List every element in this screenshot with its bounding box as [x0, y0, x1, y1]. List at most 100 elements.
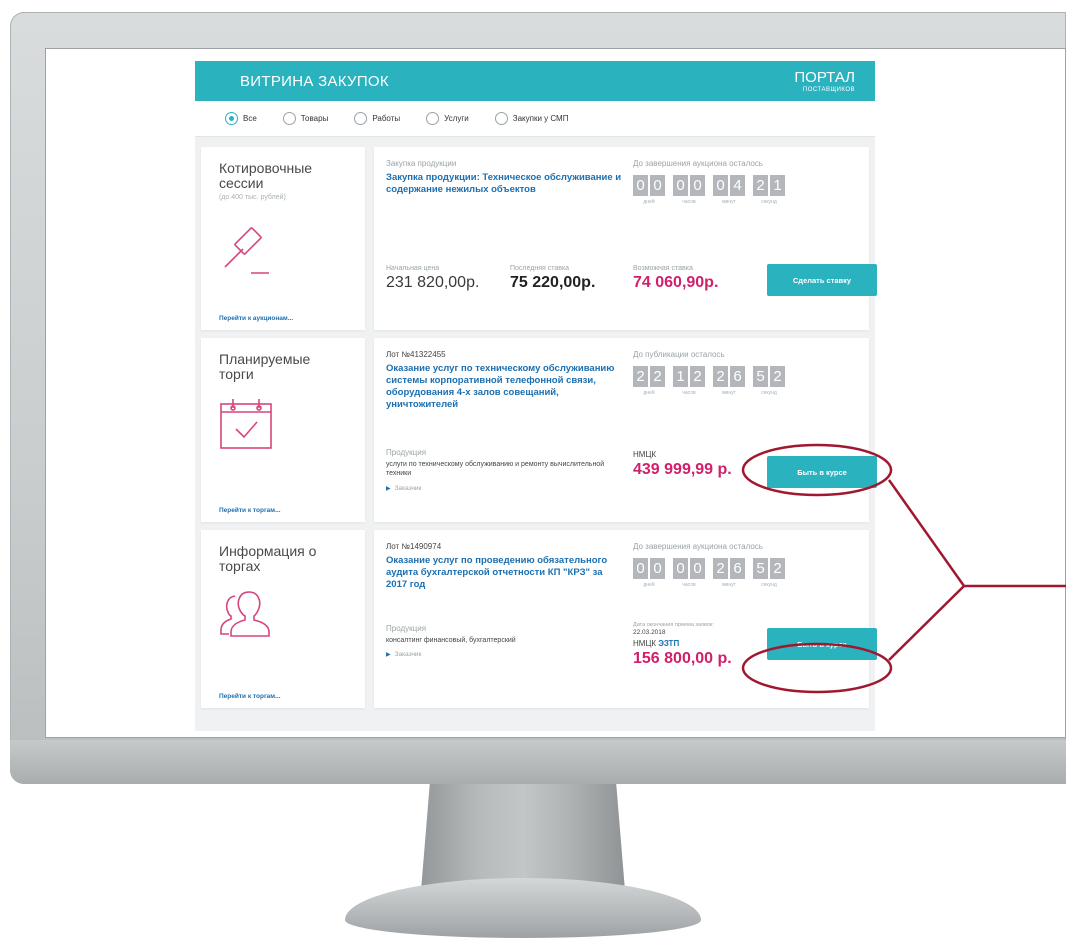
go-to-tenders-link[interactable]: Перейти к торгам...	[219, 693, 281, 700]
timer-digit: 2	[650, 366, 665, 387]
start-price-value: 231 820,00р.	[386, 274, 480, 291]
timer-digit: 6	[730, 558, 745, 579]
timer-digit: 5	[753, 366, 768, 387]
timer-digit: 2	[770, 366, 785, 387]
nmck-block: НМЦК 439 999,99 р.	[633, 450, 732, 479]
filter-smp-radio[interactable]: Закупки у СМП	[494, 112, 568, 125]
section-subtitle: (до 400 тыс. рублей)	[219, 194, 286, 202]
go-to-auctions-link[interactable]: Перейти к аукционам...	[219, 315, 293, 322]
lot-title-link[interactable]: Закупка продукции: Техническое обслужива…	[386, 172, 626, 196]
portal-logo-title: ПОРТАЛ	[794, 68, 855, 86]
countdown-timer: До публикации осталось 22 12 26 52 дней …	[633, 350, 785, 396]
filter-label: Товары	[300, 114, 329, 123]
timer-digit: 6	[730, 366, 745, 387]
timer-unit-seconds: секунд	[761, 582, 777, 588]
place-bid-button[interactable]: Сделать ставку	[767, 264, 877, 296]
timer-unit-minutes: минут	[722, 199, 736, 205]
customer-toggle[interactable]: ▶ Заказчик	[386, 485, 626, 492]
radio-dot-icon	[494, 112, 508, 125]
users-icon	[220, 591, 270, 637]
filter-all-radio[interactable]: Все	[225, 112, 257, 125]
timer-digit: 0	[633, 558, 648, 579]
product-label: Продукция	[386, 624, 427, 633]
timer-unit-hours: часов	[682, 390, 696, 396]
stay-informed-button[interactable]: Быть в курсе	[767, 628, 877, 660]
product-block: Продукция консалтинг финансовый, бухгалт…	[386, 624, 626, 658]
timer-unit-days: дней	[643, 582, 655, 588]
product-label: Продукция	[386, 448, 427, 457]
filter-services-radio[interactable]: Услуги	[426, 112, 469, 125]
nmck-suffix: ЭЗТП	[658, 638, 680, 648]
section-card-tender-info: Информация о торгах Перейти к торгам...	[201, 530, 365, 708]
filter-label: Услуги	[444, 114, 469, 123]
timer-digit: 5	[753, 558, 768, 579]
timer-unit-seconds: секунд	[761, 390, 777, 396]
timer-units: дней часов минут секунд	[633, 199, 785, 205]
timer-digit: 0	[690, 175, 705, 196]
go-to-tenders-link[interactable]: Перейти к торгам...	[219, 507, 281, 514]
lot-title-link[interactable]: Оказание услуг по техническому обслужива…	[386, 363, 626, 412]
timer-digit: 2	[690, 366, 705, 387]
timer-digit: 0	[673, 175, 688, 196]
last-bid-block: Последняя ставка 75 220,00р.	[510, 265, 595, 292]
triangle-right-icon: ▶	[386, 485, 391, 492]
timer-digit: 2	[753, 175, 768, 196]
filter-goods-radio[interactable]: Товары	[282, 112, 329, 125]
timer-digit: 0	[673, 558, 688, 579]
filter-label: Все	[243, 114, 257, 123]
timer-digit: 0	[650, 175, 665, 196]
monitor-screen: ВИТРИНА ЗАКУПОК ПОРТАЛ ПОСТАВЩИКОВ Все Т…	[45, 48, 1066, 738]
filter-works-radio[interactable]: Работы	[354, 112, 400, 125]
radio-dot-icon	[225, 112, 238, 125]
timer-digit: 1	[673, 366, 688, 387]
start-price-block: Начальная цена 231 820,00р.	[386, 265, 479, 292]
triangle-right-icon: ▶	[386, 652, 391, 659]
nmck-value: 156 800,00 р.	[633, 649, 732, 667]
customer-label: Заказчик	[394, 484, 422, 492]
calendar-check-icon	[220, 399, 272, 449]
filter-label: Работы	[372, 114, 401, 123]
nmck-label: НМЦК	[633, 638, 657, 648]
portal-logo[interactable]: ПОРТАЛ ПОСТАВЩИКОВ	[794, 70, 855, 93]
lot-card: Лот №41322455 Оказание услуг по техничес…	[374, 338, 877, 522]
section-title: Планируемые торги	[219, 351, 311, 383]
quotation-sessions-section: Котировочные сессии (до 400 тыс. рублей)…	[201, 147, 877, 330]
monitor-stand-neck	[420, 784, 626, 892]
lot-title-link[interactable]: Оказание услуг по проведению обязательно…	[386, 555, 626, 591]
category-filter-bar: Все Товары Работы Услуги Закупки у СМП	[195, 101, 875, 137]
timer-digits: 22 12 26 52	[633, 366, 785, 387]
timer-digit: 0	[690, 558, 705, 579]
planned-tenders-section: Планируемые торги Перейти к торгам... Ло…	[201, 338, 877, 522]
timer-digit: 2	[770, 558, 785, 579]
timer-digits: 00 00 04 21	[633, 175, 785, 196]
radio-dot-icon	[282, 112, 296, 125]
possible-bid-label: Возможная ставка	[633, 265, 693, 272]
countdown-timer: До завершения аукциона осталось 00 00 04…	[633, 159, 785, 205]
timer-units: дней часов минут секунд	[633, 390, 785, 396]
possible-bid-value: 74 060,90р.	[633, 274, 719, 291]
monitor-stand-base	[345, 878, 701, 938]
timer-digit: 0	[650, 558, 665, 579]
stay-informed-button[interactable]: Быть в курсе	[767, 456, 877, 488]
timer-label: До публикации осталось	[633, 350, 725, 359]
customer-label: Заказчик	[394, 651, 422, 659]
sections-list: Котировочные сессии (до 400 тыс. рублей)…	[195, 137, 877, 708]
customer-toggle[interactable]: ▶ Заказчик	[386, 651, 626, 658]
nmck-value: 439 999,99 р.	[633, 461, 732, 478]
nmck-label-row: НМЦК ЭЗТП	[633, 639, 753, 648]
nmck-label: НМЦК	[633, 450, 657, 459]
tender-info-section: Информация о торгах Перейти к торгам... …	[201, 530, 877, 708]
last-bid-value: 75 220,00р.	[510, 274, 596, 291]
timer-digits: 00 00 26 52	[633, 558, 785, 579]
timer-label: До завершения аукциона осталось	[633, 159, 763, 168]
timer-unit-minutes: минут	[722, 582, 736, 588]
timer-digit: 0	[633, 175, 648, 196]
timer-digit: 0	[713, 175, 728, 196]
section-title: Информация о торгах	[219, 543, 317, 575]
possible-bid-block: Возможная ставка 74 060,90р.	[633, 265, 718, 292]
timer-digit: 1	[770, 175, 785, 196]
product-block: Продукция услуги по техническому обслужи…	[386, 448, 626, 492]
nmck-block: Дата окончания приема заявок: 22.03.2018…	[633, 622, 753, 668]
section-card-planned: Планируемые торги Перейти к торгам...	[201, 338, 365, 522]
section-card-quotation: Котировочные сессии (до 400 тыс. рублей)…	[201, 147, 365, 330]
